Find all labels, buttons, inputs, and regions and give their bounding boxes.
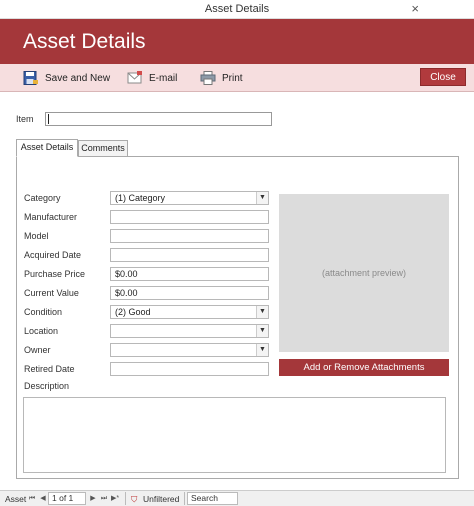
- chevron-down-icon[interactable]: ▼: [256, 192, 268, 204]
- purchase-price-label: Purchase Price: [24, 269, 86, 279]
- search-input[interactable]: Search: [187, 492, 238, 505]
- last-record-icon[interactable]: ⏭: [99, 493, 109, 505]
- owner-label: Owner: [24, 345, 51, 355]
- print-icon: [200, 71, 216, 85]
- acquired-date-input[interactable]: [110, 248, 269, 262]
- retired-date-label: Retired Date: [24, 364, 75, 374]
- previous-record-icon[interactable]: ◀: [38, 493, 48, 505]
- nav-separator: [125, 492, 126, 505]
- item-label: Item: [16, 114, 34, 124]
- email-label: E-mail: [149, 72, 178, 84]
- filter-status[interactable]: Unfiltered: [143, 493, 179, 505]
- save-and-new-button[interactable]: Save and New: [23, 70, 110, 86]
- next-record-icon[interactable]: ▶: [88, 493, 98, 505]
- manufacturer-label: Manufacturer: [24, 212, 78, 222]
- toolbar: Save and New E-mail Print Close: [0, 64, 474, 92]
- category-value: (1) Category: [115, 193, 166, 203]
- location-label: Location: [24, 326, 59, 336]
- model-label: Model: [24, 231, 49, 241]
- attachment-preview-text: (attachment preview): [321, 268, 407, 278]
- window-titlebar: Asset Details ×: [0, 0, 474, 19]
- owner-combo[interactable]: ▼: [110, 343, 269, 357]
- window-title: Asset Details: [204, 3, 270, 15]
- form-header: Asset Details: [0, 19, 474, 64]
- acquired-date-label: Acquired Date: [24, 250, 82, 260]
- print-label: Print: [222, 72, 243, 84]
- description-label: Description: [24, 381, 70, 391]
- category-label: Category: [24, 193, 61, 203]
- manufacturer-input[interactable]: [110, 210, 269, 224]
- tab-asset-details[interactable]: Asset Details: [16, 139, 78, 157]
- add-remove-attachments-button[interactable]: Add or Remove Attachments: [279, 359, 449, 376]
- category-combo[interactable]: (1) Category ▼: [110, 191, 269, 205]
- window-close-icon[interactable]: ×: [411, 1, 419, 17]
- retired-date-input[interactable]: [110, 362, 269, 376]
- location-combo[interactable]: ▼: [110, 324, 269, 338]
- email-icon: [127, 71, 143, 85]
- first-record-icon[interactable]: ⏮: [27, 493, 37, 505]
- chevron-down-icon[interactable]: ▼: [256, 306, 268, 318]
- chevron-down-icon[interactable]: ▼: [256, 344, 268, 356]
- nav-separator: [184, 492, 185, 505]
- text-caret: [48, 114, 49, 124]
- purchase-price-input[interactable]: $0.00: [110, 267, 269, 281]
- current-value-label: Current Value: [24, 288, 79, 298]
- tab-comments[interactable]: Comments: [78, 140, 128, 157]
- model-input[interactable]: [110, 229, 269, 243]
- description-textarea[interactable]: [23, 397, 446, 473]
- save-and-new-label: Save and New: [45, 72, 111, 84]
- condition-combo[interactable]: (2) Good ▼: [110, 305, 269, 319]
- chevron-down-icon[interactable]: ▼: [256, 325, 268, 337]
- email-button[interactable]: E-mail: [127, 70, 177, 86]
- current-value-input[interactable]: $0.00: [110, 286, 269, 300]
- form-title: Asset Details: [23, 30, 146, 53]
- new-record-icon[interactable]: ▶*: [110, 493, 120, 505]
- item-input[interactable]: [45, 112, 272, 126]
- print-button[interactable]: Print: [200, 70, 243, 86]
- record-position[interactable]: 1 of 1: [48, 492, 86, 505]
- condition-label: Condition: [24, 307, 63, 317]
- record-label: Asset: [5, 494, 27, 504]
- filter-icon[interactable]: ⛉: [131, 493, 137, 505]
- record-navigation-bar: Asset ⏮ ◀ 1 of 1 ▶ ⏭ ▶* ⛉ Unfiltered Sea…: [0, 490, 474, 506]
- close-button[interactable]: Close: [420, 68, 466, 86]
- condition-value: (2) Good: [115, 307, 151, 317]
- save-icon: [23, 71, 39, 85]
- attachment-preview[interactable]: (attachment preview): [279, 194, 449, 352]
